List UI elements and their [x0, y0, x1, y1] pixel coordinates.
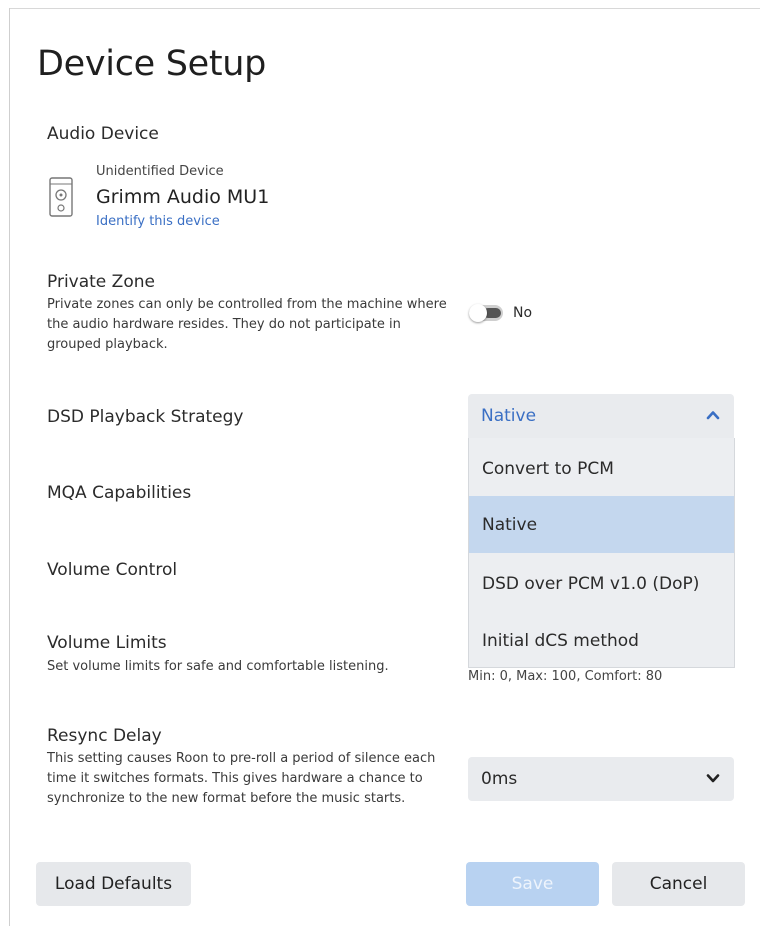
dsd-option-dop[interactable]: DSD over PCM v1.0 (DoP)	[469, 555, 734, 612]
dsd-option-dcs[interactable]: Initial dCS method	[469, 612, 734, 669]
dsd-playback-dropdown: Convert to PCM Native DSD over PCM v1.0 …	[468, 438, 735, 668]
resync-delay-label: Resync Delay	[47, 726, 162, 746]
load-defaults-button[interactable]: Load Defaults	[36, 862, 191, 906]
private-zone-toggle-label: No	[513, 305, 533, 321]
dialog-top-border	[9, 8, 760, 9]
dialog-left-border	[9, 8, 10, 926]
volume-limits-label: Volume Limits	[47, 633, 167, 653]
chevron-down-icon	[706, 774, 720, 783]
private-zone-description: Private zones can only be controlled fro…	[47, 297, 447, 352]
dsd-playback-select[interactable]: Native	[468, 394, 734, 438]
save-button[interactable]: Save	[466, 862, 599, 906]
private-zone-label: Private Zone	[47, 272, 155, 292]
mqa-capabilities-label: MQA Capabilities	[47, 483, 192, 503]
device-name: Grimm Audio MU1	[96, 186, 270, 208]
audio-device-label: Audio Device	[47, 124, 159, 144]
dsd-playback-selected-value: Native	[481, 406, 537, 426]
resync-delay-select[interactable]: 0ms	[468, 757, 734, 801]
dialog-title: Device Setup	[37, 44, 267, 84]
dsd-option-convert-to-pcm[interactable]: Convert to PCM	[469, 440, 734, 497]
dsd-option-native[interactable]: Native	[469, 496, 734, 553]
volume-limits-summary[interactable]: Min: 0, Max: 100, Comfort: 80	[468, 669, 662, 684]
volume-control-label: Volume Control	[47, 560, 178, 580]
resync-delay-selected-value: 0ms	[481, 769, 518, 789]
dsd-playback-label: DSD Playback Strategy	[47, 407, 244, 427]
chevron-up-icon	[706, 411, 720, 420]
resync-delay-description: This setting causes Roon to pre-roll a p…	[47, 751, 436, 806]
cancel-button[interactable]: Cancel	[612, 862, 745, 906]
device-status: Unidentified Device	[96, 164, 224, 179]
speaker-icon	[49, 177, 73, 217]
volume-limits-description: Set volume limits for safe and comfortab…	[47, 659, 389, 674]
private-zone-toggle[interactable]	[469, 304, 503, 322]
toggle-knob	[469, 304, 487, 322]
identify-device-link[interactable]: Identify this device	[96, 214, 220, 229]
